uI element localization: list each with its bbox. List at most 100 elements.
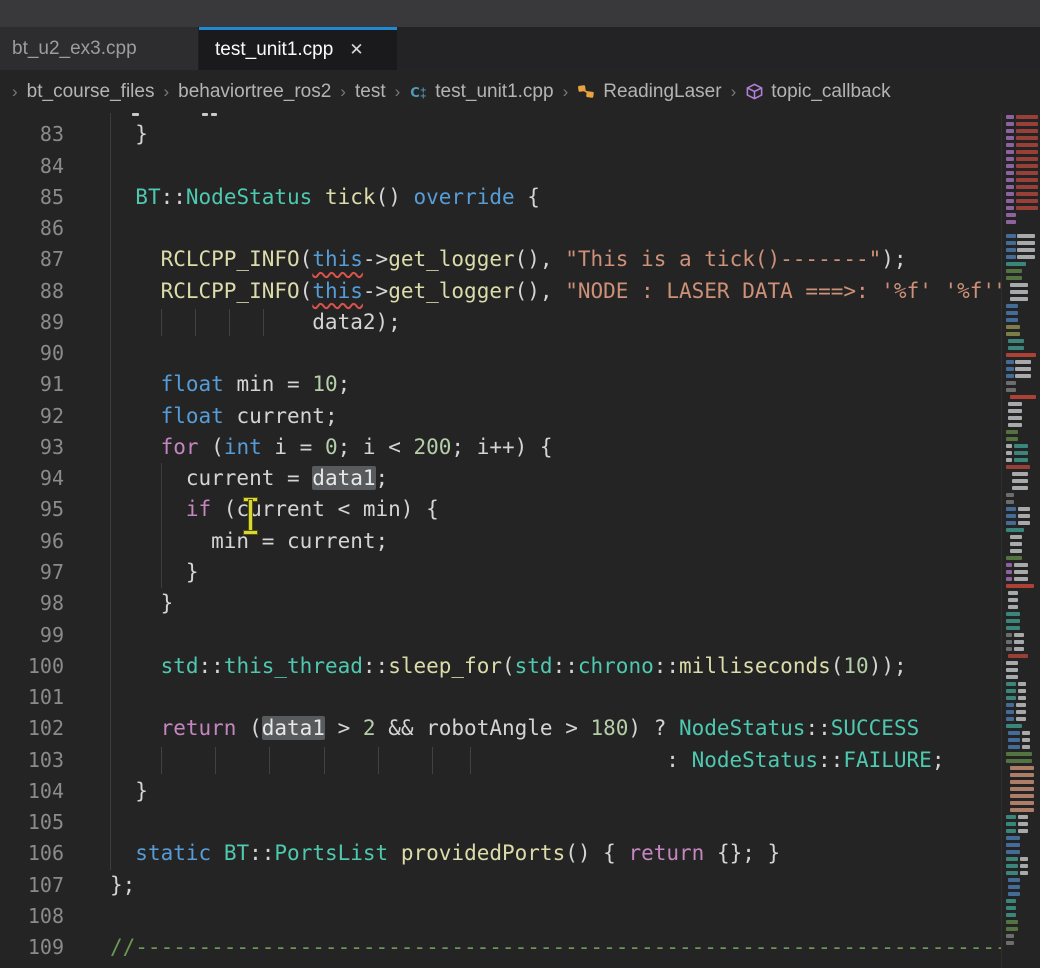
- code-line-88[interactable]: 88 RCLCPP_INFO(this->get_logger(), "NODE…: [0, 276, 1002, 307]
- line-number[interactable]: 98: [0, 588, 64, 619]
- code-line-91[interactable]: 91 float min = 10;: [0, 369, 1002, 400]
- minimap-code-block: [1006, 521, 1016, 525]
- code-line-108[interactable]: 108: [0, 901, 1002, 932]
- line-number[interactable]: 109: [0, 932, 64, 963]
- minimap-code-block: [1006, 514, 1016, 518]
- code-text: float current;: [110, 401, 338, 432]
- minimap-code-block: [1006, 507, 1016, 511]
- minimap-code-block: [1006, 689, 1016, 693]
- minimap-code-block: [1010, 535, 1022, 539]
- tab-test_unit1[interactable]: test_unit1.cpp ✕: [199, 27, 397, 70]
- minimap-code-block: [1006, 563, 1012, 567]
- code-line-106[interactable]: 106 static BT::PortsList providedPorts()…: [0, 838, 1002, 869]
- breadcrumb-item-topic_callback[interactable]: topic_callback: [745, 81, 890, 103]
- code-line-103[interactable]: 103 : NodeStatus::FAILURE;: [0, 745, 1002, 776]
- line-number[interactable]: 87: [0, 244, 64, 275]
- close-icon[interactable]: ✕: [349, 40, 363, 60]
- minimap-code-block: [1008, 402, 1022, 406]
- minimap[interactable]: [1001, 113, 1040, 968]
- minimap-code-block: [1006, 906, 1016, 910]
- line-number[interactable]: 83: [0, 119, 64, 150]
- line-number[interactable]: 102: [0, 713, 64, 744]
- minimap-code-block: [1022, 731, 1030, 735]
- breadcrumb-item-test[interactable]: test: [355, 81, 386, 103]
- line-number[interactable]: 107: [0, 870, 64, 901]
- code-line-96[interactable]: 96 min = current;: [0, 526, 1002, 557]
- code-line-93[interactable]: 93 for (int i = 0; i < 200; i++) {: [0, 432, 1002, 463]
- line-number[interactable]: 88: [0, 276, 64, 307]
- line-number[interactable]: 85: [0, 182, 64, 213]
- minimap-code-block: [1010, 801, 1034, 805]
- tab-bar: bt_u2_ex3.cpp test_unit1.cpp ✕: [0, 27, 1040, 70]
- code-line-100[interactable]: 100 std::this_thread::sleep_for(std::chr…: [0, 651, 1002, 682]
- minimap-code-block: [1016, 150, 1038, 154]
- code-line-95[interactable]: 95 if (current < min) {: [0, 494, 1002, 525]
- minimap-code-block: [1010, 794, 1034, 798]
- minimap-code-block: [1006, 864, 1018, 868]
- minimap-code-block: [1006, 577, 1012, 581]
- line-number[interactable]: 86: [0, 213, 64, 244]
- line-number[interactable]: 101: [0, 682, 64, 713]
- editor-pane[interactable]: 83 }8485 BT::NodeStatus tick() override …: [0, 113, 1040, 968]
- line-number[interactable]: 92: [0, 401, 64, 432]
- line-number[interactable]: 99: [0, 620, 64, 651]
- code-line-101[interactable]: 101: [0, 682, 1002, 713]
- tab-label: test_unit1.cpp: [215, 39, 333, 61]
- line-number[interactable]: 95: [0, 494, 64, 525]
- code-line-107[interactable]: 107};: [0, 870, 1002, 901]
- code-line-94[interactable]: 94 current = data1;: [0, 463, 1002, 494]
- code-area[interactable]: 83 }8485 BT::NodeStatus tick() override …: [0, 113, 1002, 968]
- line-number[interactable]: 96: [0, 526, 64, 557]
- line-number[interactable]: 91: [0, 369, 64, 400]
- minimap-code-block: [1006, 115, 1014, 119]
- code-line-84[interactable]: 84: [0, 151, 1002, 182]
- minimap-code-block: [1014, 647, 1024, 651]
- code-line-98[interactable]: 98 }: [0, 588, 1002, 619]
- line-number[interactable]: 105: [0, 807, 64, 838]
- line-number[interactable]: 84: [0, 151, 64, 182]
- code-text: }: [110, 119, 148, 150]
- breadcrumb-item-test_unit1.cpp[interactable]: C++test_unit1.cpp: [409, 81, 553, 103]
- code-line-97[interactable]: 97 }: [0, 557, 1002, 588]
- breadcrumb-item-behaviortree_ros2[interactable]: behaviortree_ros2: [178, 81, 331, 103]
- minimap-code-block: [1006, 640, 1012, 644]
- code-line-102[interactable]: 102 return (data1 > 2 && robotAngle > 18…: [0, 713, 1002, 744]
- line-number[interactable]: 89: [0, 307, 64, 338]
- code-line-83[interactable]: 83 }: [0, 119, 1002, 150]
- code-line-90[interactable]: 90: [0, 338, 1002, 369]
- indent-guide: [215, 747, 216, 774]
- breadcrumb-item-ReadingLaser[interactable]: ReadingLaser: [577, 81, 721, 103]
- breadcrumb-label: test_unit1.cpp: [435, 81, 553, 103]
- line-number[interactable]: 97: [0, 557, 64, 588]
- code-line-85[interactable]: 85 BT::NodeStatus tick() override {: [0, 182, 1002, 213]
- line-number[interactable]: 100: [0, 651, 64, 682]
- tab-bt_u2_ex3[interactable]: bt_u2_ex3.cpp: [0, 27, 199, 70]
- minimap-code-block: [1016, 157, 1038, 161]
- breadcrumb-item-bt_course_files[interactable]: bt_course_files: [27, 81, 155, 103]
- code-line-104[interactable]: 104 }: [0, 776, 1002, 807]
- minimap-code-block: [1010, 542, 1022, 546]
- line-number[interactable]: 104: [0, 776, 64, 807]
- code-line-92[interactable]: 92 float current;: [0, 401, 1002, 432]
- minimap-code-block: [1022, 745, 1030, 749]
- line-number[interactable]: 103: [0, 745, 64, 776]
- code-line-105[interactable]: 105: [0, 807, 1002, 838]
- minimap-code-block: [1006, 255, 1016, 259]
- line-number[interactable]: 93: [0, 432, 64, 463]
- code-line-89[interactable]: 89 data2);: [0, 307, 1002, 338]
- line-number[interactable]: 94: [0, 463, 64, 494]
- minimap-code-block: [1006, 234, 1016, 238]
- minimap-code-block: [1006, 759, 1032, 763]
- line-number[interactable]: 108: [0, 901, 64, 932]
- minimap-code-block: [1018, 696, 1026, 700]
- code-line-99[interactable]: 99: [0, 620, 1002, 651]
- line-number[interactable]: 106: [0, 838, 64, 869]
- code-line-109[interactable]: 109 //-----------------------------------…: [0, 932, 1002, 963]
- code-line-86[interactable]: 86: [0, 213, 1002, 244]
- minimap-code-block: [1010, 549, 1022, 553]
- minimap-code-block: [1006, 619, 1020, 623]
- code-line-87[interactable]: 87 RCLCPP_INFO(this->get_logger(), "This…: [0, 244, 1002, 275]
- code-text: //--------------------------------------…: [110, 932, 1002, 963]
- minimap-code-block: [1022, 738, 1030, 742]
- line-number[interactable]: 90: [0, 338, 64, 369]
